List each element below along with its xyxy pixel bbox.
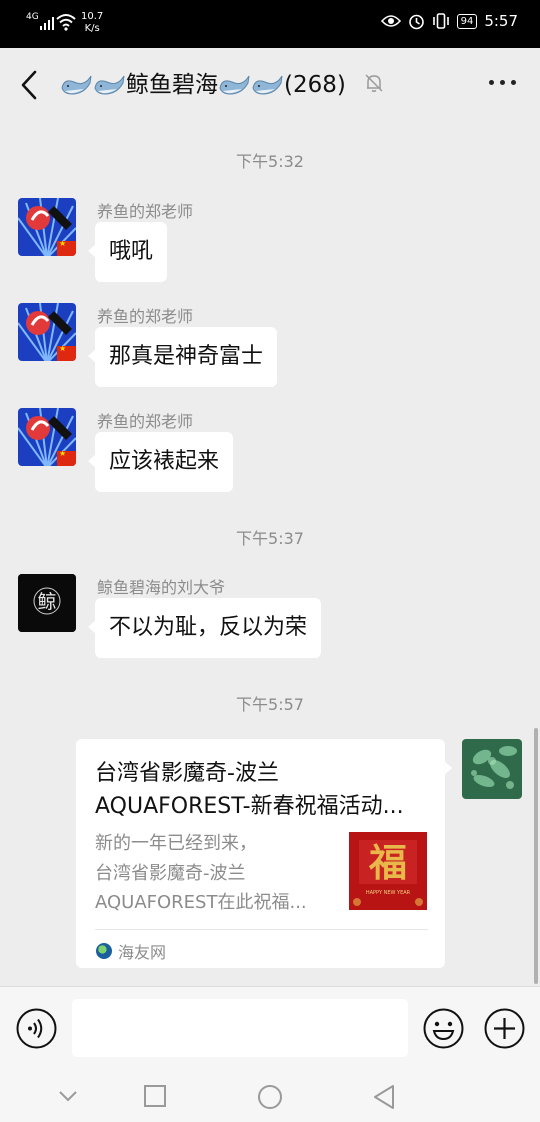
whale-emoji-icon <box>219 75 250 95</box>
china-flag-icon <box>57 344 76 361</box>
link-card-title-line: 台湾省影魔奇-波兰 <box>95 761 279 786</box>
whale-emoji-icon <box>61 75 92 95</box>
hide-keyboard-icon[interactable] <box>56 1084 80 1108</box>
link-card-title-line: AQUAFOREST-新春祝福活动... <box>95 794 404 819</box>
vibrate-icon <box>432 13 449 29</box>
message-bubble[interactable]: 哦吼 <box>87 222 168 282</box>
sender-name: 养鱼的郑老师 <box>97 307 194 326</box>
plus-icon[interactable] <box>484 1008 525 1049</box>
clock: 5:57 <box>484 12 518 30</box>
wifi-icon <box>56 14 76 31</box>
network-speed: 10.7 K/s <box>81 11 103 35</box>
source-logo-icon <box>96 943 112 959</box>
back-triangle-icon[interactable] <box>372 1084 396 1110</box>
my-avatar[interactable] <box>462 739 522 799</box>
message-bubble[interactable]: 那真是神奇富士 <box>87 327 278 387</box>
message-bubble[interactable]: 应该裱起来 <box>87 432 234 492</box>
member-count: (268) <box>284 72 346 98</box>
input-bar <box>0 986 540 1072</box>
link-card-title: 台湾省影魔奇-波兰 AQUAFOREST-新春祝福活动... <box>95 757 435 823</box>
avatar[interactable] <box>18 198 76 256</box>
link-card-desc-line: 新的一年已经到来， <box>95 833 257 854</box>
whale-emoji-icon <box>252 75 283 95</box>
navigation-bar <box>0 1072 540 1122</box>
signal-icon <box>40 14 54 30</box>
mute-bell-icon <box>365 74 383 92</box>
link-card-desc-line: AQUAFOREST在此祝福... <box>95 892 307 913</box>
more-options-icon[interactable] <box>489 80 516 85</box>
eye-icon <box>380 15 401 27</box>
message-bubble[interactable]: 不以为耻，反以为荣 <box>87 598 322 658</box>
link-card-source: 海友网 <box>96 939 166 963</box>
status-bar: 4G 10.7 K/s 94 5:57 <box>0 0 540 48</box>
fu-character: 福 <box>368 840 407 885</box>
link-card-desc-line: 台湾省影魔奇-波兰 <box>95 862 246 884</box>
sender-name: 养鱼的郑老师 <box>97 202 194 221</box>
recents-square-icon[interactable] <box>143 1084 167 1108</box>
chat-title: 鲸鱼碧海 (268) <box>60 67 346 103</box>
speed-value: 10.7 <box>81 11 104 22</box>
timestamp: 下午5:32 <box>236 152 304 171</box>
china-flag-icon <box>57 239 76 256</box>
thumb-caption: HAPPY NEW YEAR <box>366 890 411 896</box>
avatar-character: 鲸 <box>37 591 56 613</box>
message-input[interactable] <box>72 999 408 1057</box>
speed-unit: K/s <box>84 23 100 34</box>
sender-name: 养鱼的郑老师 <box>97 412 194 431</box>
china-flag-icon <box>57 449 76 466</box>
timestamp: 下午5:57 <box>236 695 304 714</box>
network-type: 4G <box>26 12 39 22</box>
timestamp: 下午5:37 <box>236 529 304 548</box>
divider <box>95 929 428 930</box>
avatar[interactable]: 鲸 <box>18 574 76 632</box>
alarm-icon <box>408 14 424 29</box>
sender-name: 鲸鱼碧海的刘大爷 <box>97 578 226 597</box>
battery-icon: 94 <box>456 13 478 29</box>
voice-input-icon[interactable] <box>16 1008 57 1049</box>
emoji-icon[interactable] <box>423 1008 464 1049</box>
whale-emoji-icon <box>94 75 125 95</box>
home-circle-icon[interactable] <box>257 1084 283 1110</box>
avatar[interactable] <box>18 408 76 466</box>
link-card-description: 新的一年已经到来， 台湾省影魔奇-波兰 AQUAFOREST在此祝福... <box>95 829 340 918</box>
scrollbar[interactable] <box>534 728 538 984</box>
group-name: 鲸鱼碧海 <box>126 72 218 98</box>
chat-header: 鲸鱼碧海 (268) <box>0 48 540 122</box>
back-arrow-icon[interactable] <box>18 68 42 102</box>
link-card-thumbnail: 福 HAPPY NEW YEAR <box>349 832 427 910</box>
avatar[interactable] <box>18 303 76 361</box>
link-card[interactable]: 台湾省影魔奇-波兰 AQUAFOREST-新春祝福活动... 新的一年已经到来，… <box>76 739 452 968</box>
source-name: 海友网 <box>118 943 167 962</box>
